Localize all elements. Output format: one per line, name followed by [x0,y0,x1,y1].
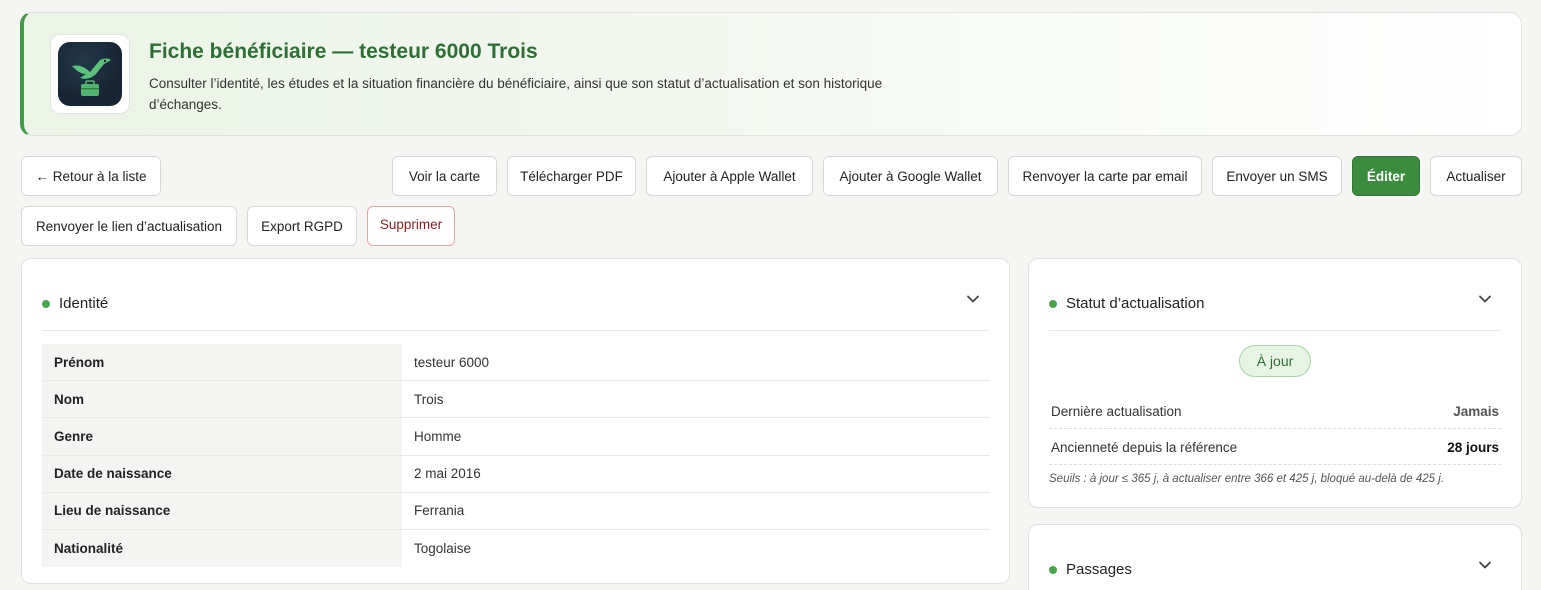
last-update-label: Dernière actualisation [1051,403,1182,419]
page-title: Fiche bénéficiaire — testeur 6000 Trois [149,40,538,63]
status-card-header[interactable]: Statut d’actualisation [1049,285,1501,331]
row-value: Trois [414,391,444,407]
table-row: Genre Homme [42,418,990,456]
identity-card-title: Identité [59,295,109,312]
page-header: Fiche bénéficiaire — testeur 6000 Trois … [20,12,1522,136]
page: Fiche bénéficiaire — testeur 6000 Trois … [0,0,1541,590]
chevron-down-icon[interactable] [1477,291,1493,307]
add-apple-wallet-button[interactable]: Ajouter à Apple Wallet [646,156,813,196]
table-row: Prénom testeur 6000 [42,344,990,382]
page-description: Consulter l’identité, les études et la s… [149,76,883,112]
row-value: Homme [414,428,462,444]
resend-update-link-button[interactable]: Renvoyer le lien d’actualisation [21,206,237,246]
view-card-button[interactable]: Voir la carte [392,156,497,196]
seniority-row: Ancienneté depuis la référence 28 jours [1049,429,1501,465]
status-badge: À jour [1239,345,1311,377]
row-label: Genre [42,418,402,455]
row-label: Nom [42,381,402,418]
table-row: Nationalité Togolaise [42,529,990,568]
status-card: Statut d’actualisation À jour Dernière a… [1028,258,1522,508]
row-label: Nationalité [42,529,402,568]
send-sms-button[interactable]: Envoyer un SMS [1212,156,1342,196]
edit-button[interactable]: Éditer [1352,156,1420,196]
divider [1049,464,1501,465]
back-to-list-button[interactable]: ← Retour à la liste [21,156,161,196]
table-row: Date de naissance 2 mai 2016 [42,455,990,493]
passages-card-header[interactable]: Passages [1049,551,1501,590]
refresh-button[interactable]: Actualiser [1430,156,1522,196]
section-dot [1049,566,1057,574]
section-dot [1049,300,1057,308]
chevron-down-icon[interactable] [965,291,981,307]
download-pdf-button[interactable]: Télécharger PDF [507,156,636,196]
row-value: Togolaise [414,541,472,557]
section-dot [42,300,50,308]
row-value: testeur 6000 [414,354,490,370]
last-update-value: Jamais [1453,403,1499,419]
delete-button[interactable]: Supprimer [367,206,455,246]
status-card-title: Statut d’actualisation [1066,295,1205,312]
table-row: Lieu de naissance Ferrania [42,492,990,530]
add-google-wallet-button[interactable]: Ajouter à Google Wallet [823,156,998,196]
export-gdpr-button[interactable]: Export RGPD [247,206,357,246]
seniority-value: 28 jours [1447,439,1499,455]
row-label: Date de naissance [42,455,402,492]
identity-card-header[interactable]: Identité [42,285,989,331]
app-logo [50,34,130,114]
identity-card: Identité Prénom testeur 6000 Nom Trois G… [21,258,1010,584]
seniority-label: Ancienneté depuis la référence [1051,439,1238,455]
row-label: Lieu de naissance [42,492,402,529]
resend-card-email-button[interactable]: Renvoyer la carte par email [1008,156,1202,196]
last-update-row: Dernière actualisation Jamais [1049,393,1501,429]
table-row: Nom Trois [42,381,990,419]
identity-table: Prénom testeur 6000 Nom Trois Genre Homm… [42,344,990,568]
chevron-down-icon[interactable] [1477,557,1493,573]
passages-card-title: Passages [1066,561,1132,578]
row-value: 2 mai 2016 [414,466,481,482]
passages-card: Passages [1028,524,1522,590]
row-label: Prénom [42,344,402,381]
hummingbird-briefcase-logo-icon [58,42,122,106]
thresholds-note: Seuils : à jour ≤ 365 j, à actualiser en… [1049,473,1445,485]
row-value: Ferrania [414,503,465,519]
